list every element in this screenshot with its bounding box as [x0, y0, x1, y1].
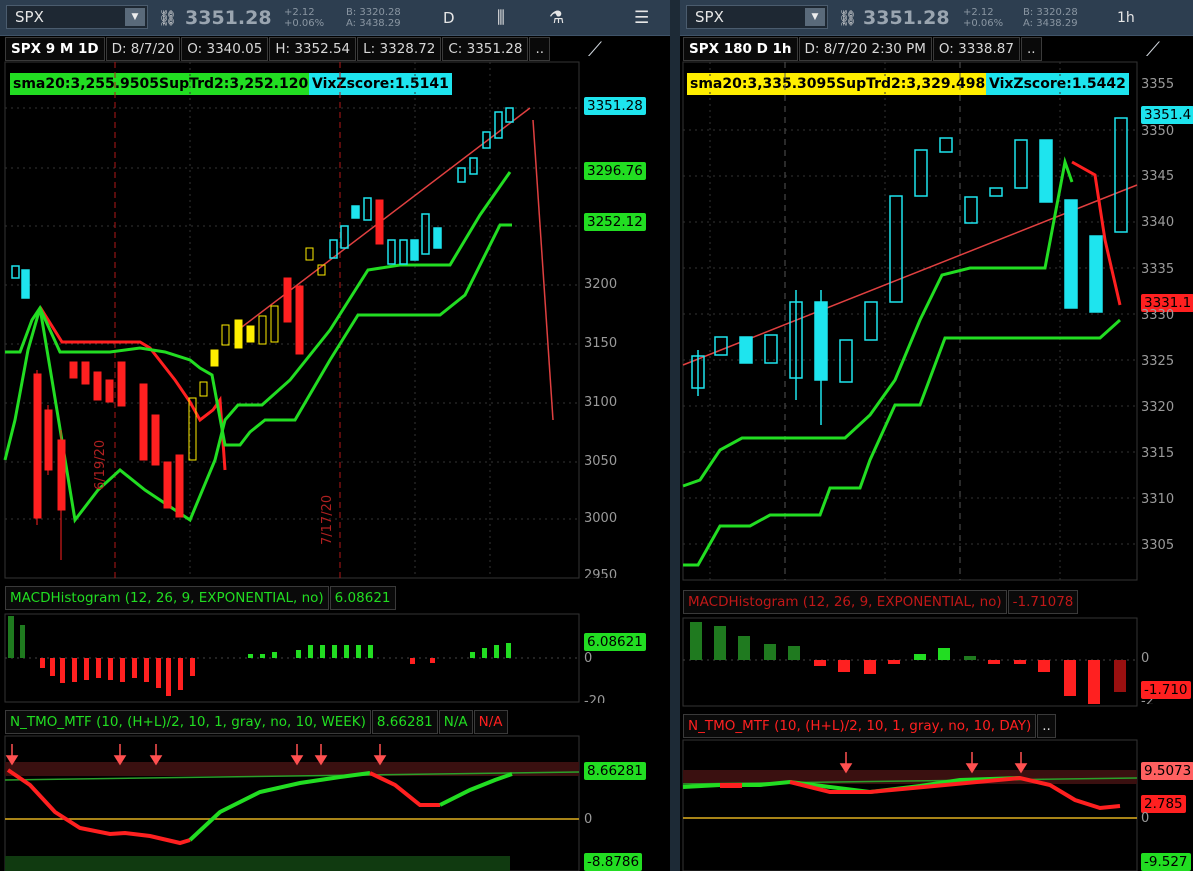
macd-name[interactable]: MACDHistogram (12, 26, 9, EXPONENTIAL, n… — [683, 590, 1007, 614]
tmo-na-1: N/A — [438, 710, 473, 734]
tmo-os-zone — [5, 856, 510, 871]
macd-study-label[interactable]: MACDHistogram (12, 26, 9, EXPONENTIAL, n… — [683, 590, 1079, 614]
tmo-bottom-tag: -9.527 — [1141, 853, 1191, 871]
date-label-2: 7/17/20 — [320, 494, 335, 545]
macd-study-label[interactable]: MACDHistogram (12, 26, 9, EXPONENTIAL, n… — [5, 586, 397, 610]
supertrend-red-line — [38, 306, 227, 471]
macd-tag: -1.710 — [1141, 681, 1191, 699]
axis-label: 3345 — [1141, 169, 1175, 184]
tmo-red-line — [6, 768, 191, 846]
axis-label: 3305 — [1141, 538, 1175, 553]
macd-red-bars — [40, 658, 435, 696]
supertrend-price-tag: 3252.12 — [584, 213, 646, 231]
tmo-value: 8.66281 — [371, 710, 438, 734]
axis-label: 3050 — [584, 454, 618, 469]
tmo-study-label[interactable]: N_TMO_MTF (10, (H+L)/2, 10, 1, gray, no,… — [5, 710, 509, 734]
macd-tag: 6.08621 — [584, 633, 646, 651]
axis-label: 3150 — [584, 336, 618, 351]
macd-zero: 0 — [1141, 651, 1150, 666]
sma-price-tag: 3296.76 — [584, 162, 646, 180]
macd-green-bars — [8, 616, 511, 658]
axis-label: 3200 — [584, 277, 618, 292]
tmo-top-tag: 8.66281 — [584, 762, 646, 780]
axis-label: 3310 — [1141, 492, 1175, 507]
macd-name[interactable]: MACDHistogram (12, 26, 9, EXPONENTIAL, n… — [5, 586, 329, 610]
left-chart-svg — [3, 61, 580, 871]
axis-label: 3350 — [1141, 124, 1175, 139]
left-chart-panel: SPX ▼ ⛓ 3351.28 +2.12 +0.06% B: 3320.28 … — [0, 0, 670, 871]
tmo-bottom-tag: -8.8786 — [584, 853, 643, 871]
macd-value: 6.08621 — [329, 586, 396, 610]
tmo-na-2: N/A — [473, 710, 508, 734]
macd-neg: -20 — [584, 694, 606, 703]
tmo-zero: 0 — [1141, 811, 1150, 826]
last-price-tag: 3351.4 — [1141, 106, 1193, 124]
tmo-name[interactable]: N_TMO_MTF (10, (H+L)/2, 10, 1, gray, no,… — [683, 714, 1037, 738]
tmo-zero: 0 — [584, 812, 593, 827]
price-grid — [683, 62, 1137, 580]
axis-label: 3315 — [1141, 446, 1175, 461]
macd-value: -1.71078 — [1007, 590, 1079, 614]
axis-label: 3000 — [584, 511, 618, 526]
axis-label: 3330 — [1141, 308, 1175, 323]
axis-label: 3340 — [1141, 215, 1175, 230]
cyan-candles — [11, 107, 514, 299]
tmo-study-label[interactable]: N_TMO_MTF (10, (H+L)/2, 10, 1, gray, no,… — [683, 714, 1057, 738]
axis-label: 3355 — [1141, 77, 1175, 92]
axis-label: 2950 — [584, 568, 618, 578]
tmo-top-tag: 9.5073 — [1141, 762, 1193, 780]
axis-label: 3335 — [1141, 262, 1175, 277]
macd-bars — [690, 622, 1126, 704]
cyan-candles — [691, 117, 1128, 425]
session-markers — [784, 62, 961, 580]
sma-green-line — [3, 171, 512, 524]
right-chart-panel: SPX ▼ ⛓ 3351.28 +2.12 +0.06% B: 3320.28 … — [680, 0, 1193, 871]
tmo-name[interactable]: N_TMO_MTF (10, (H+L)/2, 10, 1, gray, no,… — [5, 710, 371, 734]
tmo-arrows — [5, 744, 387, 766]
date-markers — [114, 62, 341, 578]
axis-label: 3320 — [1141, 400, 1175, 415]
tmo-green-line — [188, 771, 371, 842]
macd-zero: 0 — [584, 651, 593, 666]
trend-line — [237, 107, 531, 331]
projection-line — [532, 119, 554, 421]
axis-label: 3325 — [1141, 354, 1175, 369]
date-label-1: 6/19/20 — [93, 439, 108, 490]
axis-label: 3100 — [584, 395, 618, 410]
tmo-more[interactable]: .. — [1037, 714, 1056, 738]
last-price-tag: 3351.28 — [584, 97, 646, 115]
right-chart-svg — [682, 61, 1138, 871]
panel-divider[interactable] — [670, 0, 680, 871]
tmo-arrows — [839, 752, 1028, 774]
